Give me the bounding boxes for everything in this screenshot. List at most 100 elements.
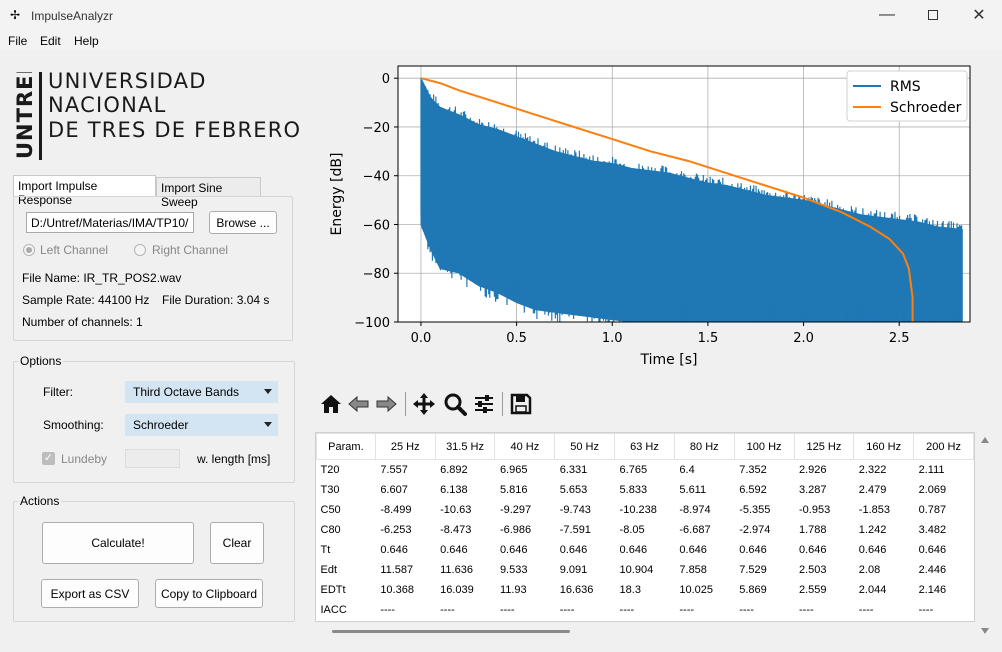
value-cell[interactable]: 5.816 <box>495 480 555 500</box>
column-header[interactable]: 125 Hz <box>793 433 855 460</box>
value-cell[interactable]: 6.607 <box>375 480 435 500</box>
value-cell[interactable]: 0.646 <box>734 540 794 560</box>
scroll-down-icon[interactable] <box>981 628 989 634</box>
value-cell[interactable]: 5.869 <box>734 580 794 600</box>
table-row[interactable]: T30 6.607 6.138 5.816 5.653 5.833 5.611 6.592 3.… <box>317 480 974 500</box>
param-cell[interactable]: T30 <box>317 480 376 500</box>
value-cell[interactable]: 0.646 <box>375 540 435 560</box>
minimize-icon[interactable]: — <box>864 0 910 30</box>
back-icon[interactable] <box>346 391 372 417</box>
value-cell[interactable]: 2.322 <box>854 460 914 480</box>
file-path-input[interactable]: D:/Untref/Materias/IMA/TP10/ <box>26 212 194 233</box>
results-table[interactable]: Param. 25 Hz 31.5 Hz 40 Hz 50 Hz 63 Hz 80 Hz 10… <box>315 432 975 622</box>
value-cell[interactable]: -8.974 <box>674 500 734 520</box>
smoothing-select[interactable]: Schroeder <box>125 414 278 436</box>
column-header[interactable]: 160 Hz <box>853 433 915 460</box>
value-cell[interactable]: -8.499 <box>375 500 435 520</box>
value-cell[interactable]: ---- <box>495 600 555 620</box>
param-cell[interactable]: EDTt <box>317 580 376 600</box>
lundeby-checkbox[interactable]: ✓ <box>42 452 55 465</box>
column-header[interactable]: 50 Hz <box>554 433 616 460</box>
value-cell[interactable]: 2.069 <box>914 480 974 500</box>
value-cell[interactable]: 2.044 <box>854 580 914 600</box>
value-cell[interactable]: 7.352 <box>734 460 794 480</box>
table-row[interactable]: Tt 0.646 0.646 0.646 0.646 0.646 0.646 0.646 0.6… <box>317 540 974 560</box>
value-cell[interactable]: 7.858 <box>674 560 734 580</box>
column-header[interactable]: 40 Hz <box>494 433 556 460</box>
value-cell[interactable]: 3.482 <box>914 520 974 540</box>
value-cell[interactable]: -6.986 <box>495 520 555 540</box>
menu-file[interactable]: File <box>8 34 27 48</box>
tab-import-sine-sweep[interactable]: Import Sine Sweep <box>156 177 261 209</box>
column-header[interactable]: 200 Hz <box>913 433 974 460</box>
home-icon[interactable] <box>318 391 344 417</box>
value-cell[interactable]: 9.091 <box>555 560 615 580</box>
configure-icon[interactable] <box>471 391 497 417</box>
value-cell[interactable]: 5.833 <box>615 480 675 500</box>
value-cell[interactable]: 6.965 <box>495 460 555 480</box>
table-row[interactable]: C50 -8.499 -10.63 -9.297 -9.743 -10.238 -8.974… <box>317 500 974 520</box>
value-cell[interactable]: 2.559 <box>794 580 854 600</box>
value-cell[interactable]: -6.253 <box>375 520 435 540</box>
left-channel-radio[interactable] <box>23 244 35 256</box>
menu-help[interactable]: Help <box>74 34 99 48</box>
value-cell[interactable]: 10.025 <box>674 580 734 600</box>
value-cell[interactable]: ---- <box>615 600 675 620</box>
value-cell[interactable]: -0.953 <box>794 500 854 520</box>
value-cell[interactable]: 1.242 <box>854 520 914 540</box>
save-icon[interactable] <box>508 391 534 417</box>
value-cell[interactable]: 11.587 <box>375 560 435 580</box>
table-horizontal-scrollbar[interactable] <box>332 630 570 633</box>
value-cell[interactable]: 6.892 <box>435 460 495 480</box>
value-cell[interactable]: 9.533 <box>495 560 555 580</box>
filter-select[interactable]: Third Octave Bands <box>125 381 278 403</box>
value-cell[interactable]: -10.238 <box>615 500 675 520</box>
value-cell[interactable]: ---- <box>555 600 615 620</box>
value-cell[interactable]: 16.039 <box>435 580 495 600</box>
clear-button[interactable]: Clear <box>210 522 264 564</box>
value-cell[interactable]: 0.646 <box>435 540 495 560</box>
value-cell[interactable]: 10.904 <box>615 560 675 580</box>
table-row[interactable]: T20 7.557 6.892 6.965 6.331 6.765 6.4 7.352 2.92… <box>317 460 974 480</box>
table-row[interactable]: IACC ---- ---- ---- ---- ---- ---- ---- ---- ----… <box>317 600 974 620</box>
table-row[interactable]: Edt 11.587 11.636 9.533 9.091 10.904 7.858 7.52… <box>317 560 974 580</box>
value-cell[interactable]: 2.503 <box>794 560 854 580</box>
column-header[interactable]: 80 Hz <box>673 433 735 460</box>
value-cell[interactable]: -5.355 <box>734 500 794 520</box>
param-cell[interactable]: Edt <box>317 560 376 580</box>
column-header[interactable]: Param. <box>316 433 376 460</box>
value-cell[interactable]: 6.138 <box>435 480 495 500</box>
value-cell[interactable]: 0.646 <box>914 540 974 560</box>
value-cell[interactable]: 10.368 <box>375 580 435 600</box>
param-cell[interactable]: C80 <box>317 520 376 540</box>
value-cell[interactable]: ---- <box>854 600 914 620</box>
value-cell[interactable]: -7.591 <box>555 520 615 540</box>
value-cell[interactable]: -9.297 <box>495 500 555 520</box>
column-header[interactable]: 31.5 Hz <box>434 433 496 460</box>
close-icon[interactable]: ✕ <box>956 0 1002 30</box>
menu-edit[interactable]: Edit <box>40 34 61 48</box>
value-cell[interactable]: -1.853 <box>854 500 914 520</box>
value-cell[interactable]: -2.974 <box>734 520 794 540</box>
value-cell[interactable]: ---- <box>435 600 495 620</box>
value-cell[interactable]: 0.646 <box>674 540 734 560</box>
value-cell[interactable]: 2.479 <box>854 480 914 500</box>
table-row[interactable]: EDTt 10.368 16.039 11.93 16.636 18.3 10.025 5.8… <box>317 580 974 600</box>
value-cell[interactable]: 0.646 <box>555 540 615 560</box>
scroll-up-icon[interactable] <box>981 437 989 443</box>
value-cell[interactable]: 11.93 <box>495 580 555 600</box>
w-length-input[interactable] <box>125 449 180 468</box>
value-cell[interactable]: ---- <box>794 600 854 620</box>
export-csv-button[interactable]: Export as CSV <box>41 579 139 608</box>
maximize-icon[interactable] <box>910 0 956 30</box>
value-cell[interactable]: -9.743 <box>555 500 615 520</box>
value-cell[interactable]: 2.926 <box>794 460 854 480</box>
right-channel-radio[interactable] <box>134 244 146 256</box>
value-cell[interactable]: ---- <box>674 600 734 620</box>
param-cell[interactable]: Tt <box>317 540 376 560</box>
param-cell[interactable]: T20 <box>317 460 376 480</box>
value-cell[interactable]: 0.787 <box>914 500 974 520</box>
value-cell[interactable]: 0.646 <box>615 540 675 560</box>
value-cell[interactable]: 5.611 <box>674 480 734 500</box>
column-header[interactable]: 25 Hz <box>374 433 436 460</box>
